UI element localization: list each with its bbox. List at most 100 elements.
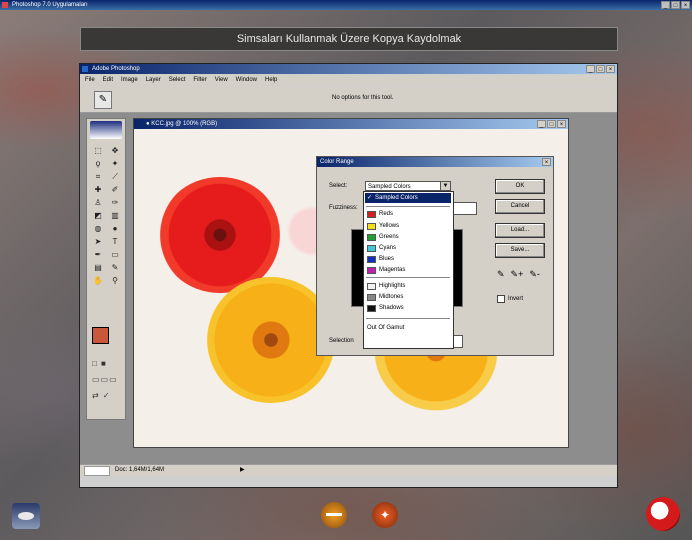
dropdown-item[interactable]: Reds bbox=[365, 209, 451, 219]
menu-image[interactable]: Image bbox=[121, 75, 138, 85]
pen-tool-icon[interactable]: ✒ bbox=[91, 249, 105, 260]
selection-preview-label: Selection bbox=[329, 338, 354, 344]
dropdown-item[interactable]: Greens bbox=[365, 232, 451, 242]
menu-layer[interactable]: Layer bbox=[146, 75, 161, 85]
outer-title: Photoshop 7.0 Uygulamaları bbox=[12, 2, 88, 8]
dropdown-item[interactable]: Highlights bbox=[365, 281, 451, 291]
dropdown-item[interactable]: Shadows bbox=[365, 303, 451, 313]
dialog-controls: × bbox=[542, 158, 551, 166]
dropdown-item[interactable]: Out Of Gamut bbox=[365, 323, 451, 333]
invert-label: Invert bbox=[508, 296, 524, 302]
color-swatch-icon bbox=[367, 255, 376, 263]
minimize-icon[interactable]: _ bbox=[537, 120, 546, 128]
menu-select[interactable]: Select bbox=[169, 75, 186, 85]
healing-brush-icon[interactable]: ✚ bbox=[91, 184, 105, 195]
brush-tool-icon[interactable]: ✐ bbox=[108, 184, 122, 195]
brand-logo-icon[interactable] bbox=[646, 497, 680, 531]
chevron-down-icon[interactable]: ▼ bbox=[440, 182, 450, 190]
blur-tool-icon[interactable]: ◍ bbox=[91, 223, 105, 234]
dropdown-item-label: Cyans bbox=[379, 245, 397, 251]
zoom-tool-icon[interactable]: ⚲ bbox=[108, 275, 122, 286]
notes-tool-icon[interactable]: ▤ bbox=[91, 262, 105, 273]
marquee-tool-icon[interactable]: ⬚ bbox=[91, 145, 105, 156]
play-button[interactable]: ✦ bbox=[372, 502, 398, 528]
menu-window[interactable]: Window bbox=[236, 75, 257, 85]
select-value: Sampled Colors bbox=[368, 184, 411, 190]
close-icon[interactable]: × bbox=[542, 158, 551, 166]
close-icon[interactable]: × bbox=[557, 120, 566, 128]
cancel-button[interactable]: Cancel bbox=[495, 199, 545, 214]
gradient-tool-icon[interactable]: ▥ bbox=[108, 210, 122, 221]
hand-tool-icon[interactable]: ✋ bbox=[91, 275, 105, 286]
dropdown-item[interactable]: Cyans bbox=[365, 243, 451, 253]
color-swatch-icon bbox=[367, 293, 376, 301]
tool-grid: ⬚ ✥ ϙ ✦ ⌗ ⟋ ✚ ✐ ♙ ✑ ◩ ▥ ◍ ● ➤ T ✒ ▭ ▤ ✎ ✋ ⚲ bbox=[91, 145, 122, 286]
eyedropper-add-icon[interactable]: ✎+ bbox=[511, 269, 524, 280]
eyedropper-icon[interactable]: ✎ bbox=[94, 91, 112, 109]
color-swatch-icon bbox=[367, 222, 376, 230]
status-bar: Doc: 1,64M/1,64M ▶ bbox=[80, 464, 617, 476]
path-select-icon[interactable]: ➤ bbox=[91, 236, 105, 247]
crop-tool-icon[interactable]: ⌗ bbox=[91, 171, 105, 182]
invert-checkbox[interactable]: Invert bbox=[497, 295, 523, 303]
minimize-icon[interactable]: _ bbox=[661, 1, 670, 9]
dropdown-separator bbox=[366, 318, 450, 319]
imageready-jump-icon[interactable]: ⇄ ✓ bbox=[92, 391, 120, 401]
dropdown-item[interactable]: ✓ Sampled Colors bbox=[365, 193, 451, 203]
menu-bar: File Edit Image Layer Select Filter View… bbox=[80, 75, 617, 85]
color-swatch-icon bbox=[367, 266, 376, 274]
image-title: ● KCC.jpg @ 100% (RGB) bbox=[146, 121, 218, 127]
slice-tool-icon[interactable]: ⟋ bbox=[108, 171, 122, 182]
foreground-color-swatch[interactable] bbox=[92, 327, 109, 344]
screen-mode-icon[interactable]: ▭▭▭ bbox=[92, 375, 120, 385]
save-button[interactable]: Save... bbox=[495, 243, 545, 258]
outer-titlebar: Photoshop 7.0 Uygulamaları _ □ × bbox=[0, 0, 692, 10]
move-tool-icon[interactable]: ✥ bbox=[108, 145, 122, 156]
close-icon[interactable]: × bbox=[606, 65, 615, 73]
dropdown-item[interactable]: Magentas bbox=[365, 265, 451, 275]
menu-file[interactable]: File bbox=[85, 75, 95, 85]
eyedropper-icon[interactable]: ✎ bbox=[497, 269, 505, 280]
minimize-icon[interactable]: _ bbox=[586, 65, 595, 73]
menu-edit[interactable]: Edit bbox=[103, 75, 113, 85]
zoom-field[interactable] bbox=[84, 466, 110, 476]
maximize-icon[interactable]: □ bbox=[547, 120, 556, 128]
menu-filter[interactable]: Filter bbox=[193, 75, 206, 85]
adobe-logo-icon[interactable] bbox=[90, 121, 122, 139]
checkbox-box[interactable] bbox=[497, 295, 505, 303]
dropdown-item-label: Midtones bbox=[379, 294, 404, 300]
eraser-tool-icon[interactable]: ◩ bbox=[91, 210, 105, 221]
dropdown-item[interactable]: Blues bbox=[365, 254, 451, 264]
maximize-icon[interactable]: □ bbox=[596, 65, 605, 73]
eyedropper-tool-icon[interactable]: ✎ bbox=[108, 262, 122, 273]
dropdown-item[interactable]: Yellows bbox=[365, 221, 451, 231]
eyedropper-subtract-icon[interactable]: ✎- bbox=[529, 269, 540, 280]
status-arrow-icon[interactable]: ▶ bbox=[240, 465, 245, 476]
stamp-tool-icon[interactable]: ♙ bbox=[91, 197, 105, 208]
dropdown-item-label: Greens bbox=[379, 234, 399, 240]
photoshop-titlebar: Adobe Photoshop _ □ × bbox=[80, 64, 617, 74]
maximize-icon[interactable]: □ bbox=[671, 1, 680, 9]
select-dropdown[interactable]: Sampled Colors ▼ bbox=[365, 181, 451, 191]
select-label: Select: bbox=[329, 183, 348, 189]
quickmask-mode-icon[interactable]: □ ■ bbox=[92, 359, 120, 369]
ok-button[interactable]: OK bbox=[495, 179, 545, 194]
color-range-titlebar: Color Range × bbox=[317, 157, 553, 167]
select-dropdown-list: ✓ Sampled Colors Reds Yellows Greens Cyans Blu… bbox=[363, 191, 454, 349]
shape-tool-icon[interactable]: ▭ bbox=[108, 249, 122, 260]
dodge-tool-icon[interactable]: ● bbox=[108, 223, 122, 234]
previous-button[interactable] bbox=[321, 502, 347, 528]
magic-wand-icon[interactable]: ✦ bbox=[108, 158, 122, 169]
load-button[interactable]: Load... bbox=[495, 223, 545, 238]
history-brush-icon[interactable]: ✑ bbox=[108, 197, 122, 208]
menu-view[interactable]: View bbox=[215, 75, 228, 85]
status-message: Doc: 1,64M/1,64M bbox=[115, 467, 165, 473]
dropdown-item-label: Yellows bbox=[379, 223, 400, 229]
publisher-logo-icon[interactable] bbox=[12, 503, 40, 529]
dropdown-item[interactable]: Midtones bbox=[365, 292, 451, 302]
close-icon[interactable]: × bbox=[681, 1, 690, 9]
type-tool-icon[interactable]: T bbox=[108, 236, 122, 247]
lesson-banner: Simsaları Kullanmak Üzere Kopya Kaydolma… bbox=[80, 27, 618, 51]
lasso-tool-icon[interactable]: ϙ bbox=[91, 158, 105, 169]
menu-help[interactable]: Help bbox=[265, 75, 277, 85]
